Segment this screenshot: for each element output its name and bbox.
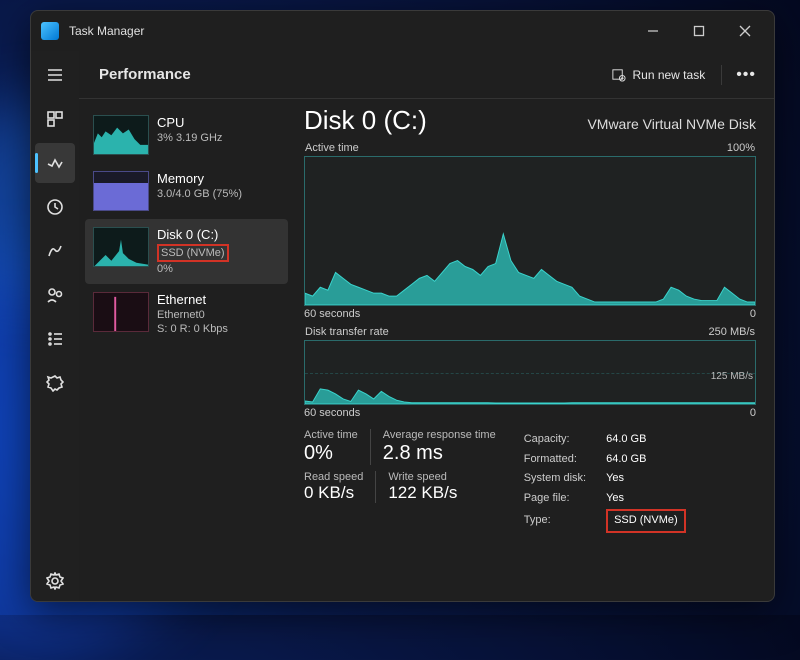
transfer-chart-section: Disk transfer rate 250 MB/s 125 MB/s 60 …	[304, 326, 756, 419]
nav-users[interactable]	[35, 275, 75, 315]
chart2-xleft: 60 seconds	[304, 407, 360, 419]
maximize-button[interactable]	[676, 11, 722, 51]
nav-settings[interactable]	[35, 561, 75, 601]
cpu-thumb	[93, 115, 149, 155]
chart2-midlabel: 125 MB/s	[711, 371, 753, 382]
prop-pagefile-label: Page file:	[524, 490, 604, 508]
perf-disk-pct: 0%	[157, 262, 229, 276]
chart1-name: Active time	[305, 142, 359, 154]
run-task-icon	[611, 67, 626, 82]
app-icon	[41, 22, 59, 40]
run-new-task-label: Run new task	[632, 68, 705, 82]
transfer-rate-chart[interactable]: 125 MB/s	[304, 340, 756, 405]
memory-thumb	[93, 171, 149, 211]
performance-sidebar: CPU 3% 3.19 GHz Memory 3.0/4.0 GB (75%)	[79, 99, 294, 601]
perf-eth-rate: S: 0 R: 0 Kbps	[157, 322, 228, 336]
prop-sysdisk-label: System disk:	[524, 470, 604, 488]
chart1-max: 100%	[727, 142, 755, 154]
prop-capacity-label: Capacity:	[524, 431, 604, 449]
page-title: Performance	[99, 66, 191, 83]
prop-formatted-value: 64.0 GB	[606, 451, 686, 469]
read-speed-value: 0 KB/s	[304, 483, 363, 503]
chart1-xleft: 60 seconds	[304, 308, 360, 320]
close-button[interactable]	[722, 11, 768, 51]
perf-item-memory[interactable]: Memory 3.0/4.0 GB (75%)	[85, 163, 288, 219]
perf-cpu-name: CPU	[157, 115, 222, 131]
active-time-value: 0%	[304, 441, 358, 465]
avg-resp-label: Average response time	[383, 429, 496, 441]
minimize-button[interactable]	[630, 11, 676, 51]
disk-properties: Capacity:64.0 GB Formatted:64.0 GB Syste…	[522, 429, 688, 535]
nav-startup[interactable]	[35, 231, 75, 271]
perf-eth-adapter: Ethernet0	[157, 308, 228, 322]
detail-device: VMware Virtual NVMe Disk	[587, 116, 756, 132]
detail-title: Disk 0 (C:)	[304, 105, 427, 136]
write-speed-value: 122 KB/s	[388, 483, 457, 503]
nav-performance[interactable]	[35, 143, 75, 183]
nav-processes[interactable]	[35, 99, 75, 139]
chart1-xright: 0	[750, 308, 756, 320]
more-options-button[interactable]: •••	[728, 59, 764, 91]
window-title: Task Manager	[69, 24, 144, 38]
task-manager-window: Task Manager Performance Run new	[30, 10, 775, 602]
prop-sysdisk-value: Yes	[606, 470, 686, 488]
perf-eth-name: Ethernet	[157, 292, 228, 308]
stats-row: Active time 0% Average response time 2.8…	[304, 429, 756, 535]
avg-resp-value: 2.8 ms	[383, 441, 496, 465]
prop-formatted-label: Formatted:	[524, 451, 604, 469]
read-speed-label: Read speed	[304, 471, 363, 483]
prop-capacity-value: 64.0 GB	[606, 431, 686, 449]
detail-panel: Disk 0 (C:) VMware Virtual NVMe Disk Act…	[294, 99, 774, 601]
titlebar[interactable]: Task Manager	[31, 11, 774, 51]
prop-type-value-highlight: SSD (NVMe)	[606, 509, 686, 533]
perf-disk-type-highlight: SSD (NVMe)	[157, 244, 229, 262]
disk-thumb	[93, 227, 149, 267]
nav-rail	[31, 51, 79, 601]
perf-mem-sub: 3.0/4.0 GB (75%)	[157, 187, 242, 201]
header-divider	[721, 65, 722, 85]
active-time-chart[interactable]	[304, 156, 756, 306]
hamburger-button[interactable]	[35, 55, 75, 95]
chart2-name: Disk transfer rate	[305, 326, 389, 338]
prop-pagefile-value: Yes	[606, 490, 686, 508]
write-speed-label: Write speed	[388, 471, 457, 483]
chart2-xright: 0	[750, 407, 756, 419]
perf-disk-name: Disk 0 (C:)	[157, 227, 229, 243]
active-time-label: Active time	[304, 429, 358, 441]
perf-mem-name: Memory	[157, 171, 242, 187]
content-header: Performance Run new task •••	[79, 51, 774, 99]
nav-services[interactable]	[35, 363, 75, 403]
perf-cpu-sub: 3% 3.19 GHz	[157, 131, 222, 145]
active-time-chart-section: Active time 100% 60 seconds 0	[304, 142, 756, 320]
perf-item-ethernet[interactable]: Ethernet Ethernet0 S: 0 R: 0 Kbps	[85, 284, 288, 344]
chart2-max: 250 MB/s	[709, 326, 755, 338]
run-new-task-button[interactable]: Run new task	[601, 59, 715, 91]
perf-item-cpu[interactable]: CPU 3% 3.19 GHz	[85, 107, 288, 163]
perf-item-disk0[interactable]: Disk 0 (C:) SSD (NVMe) 0%	[85, 219, 288, 284]
eth-thumb	[93, 292, 149, 332]
prop-type-label: Type:	[524, 509, 604, 533]
nav-details[interactable]	[35, 319, 75, 359]
nav-app-history[interactable]	[35, 187, 75, 227]
